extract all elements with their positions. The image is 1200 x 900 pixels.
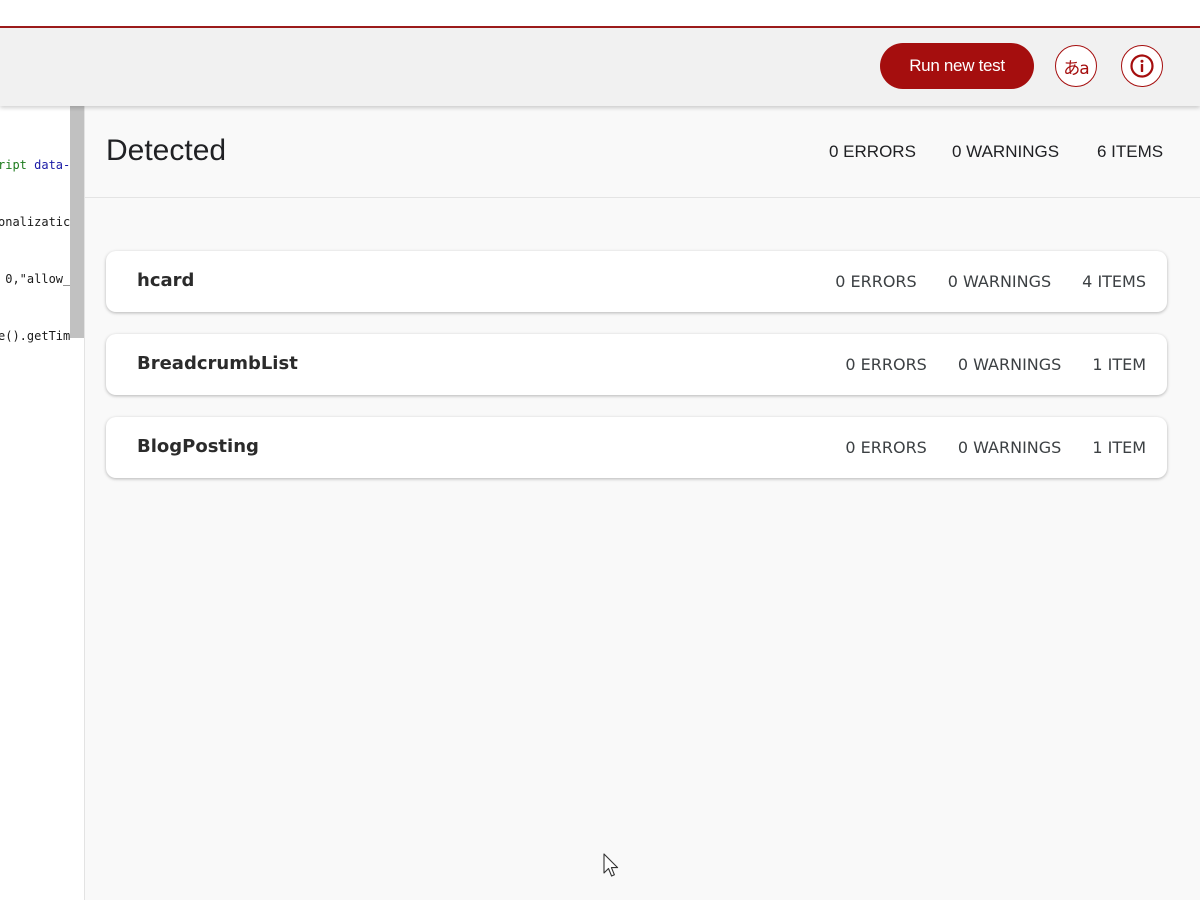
summary-items: 6 ITEMS — [1097, 142, 1164, 161]
result-card-warnings: 0 WARNINGS — [947, 272, 1052, 291]
info-icon — [1130, 54, 1154, 78]
code-line: e().getTim — [0, 329, 70, 343]
code-editor-pane[interactable]: ript data- onalizatic 0,"allow_ e().getT… — [0, 106, 84, 900]
result-card-name: hcard — [137, 270, 195, 291]
results-divider — [85, 197, 1200, 198]
result-card-items: 1 ITEM — [1092, 438, 1146, 457]
language-icon: あa — [1063, 58, 1089, 79]
code-line: onalizatic — [0, 215, 70, 229]
result-card-name: BreadcrumbList — [137, 353, 298, 374]
result-card-stats: 0 ERRORS 0 WARNINGS 4 ITEMS — [835, 272, 1146, 292]
pane-divider[interactable] — [84, 106, 85, 900]
result-card-items: 1 ITEM — [1092, 355, 1146, 374]
language-button[interactable]: あa — [1055, 45, 1097, 87]
results-title: Detected — [106, 134, 227, 167]
code-line: ript data- — [0, 158, 70, 172]
mouse-cursor-icon — [603, 853, 619, 877]
info-button[interactable] — [1121, 45, 1163, 87]
summary-warnings: 0 WARNINGS — [952, 142, 1060, 161]
result-card-blogposting[interactable]: BlogPosting 0 ERRORS 0 WARNINGS 1 ITEM — [106, 417, 1167, 478]
result-card-errors: 0 ERRORS — [845, 355, 927, 374]
code-lines: ript data- onalizatic 0,"allow_ e().getT… — [0, 118, 70, 384]
result-card-stats: 0 ERRORS 0 WARNINGS 1 ITEM — [845, 355, 1146, 375]
code-line: 0,"allow_ — [0, 272, 70, 286]
result-card-errors: 0 ERRORS — [845, 438, 927, 457]
result-card-items: 4 ITEMS — [1082, 272, 1146, 291]
result-card-breadcrumblist[interactable]: BreadcrumbList 0 ERRORS 0 WARNINGS 1 ITE… — [106, 334, 1167, 395]
result-card-warnings: 0 WARNINGS — [957, 355, 1062, 374]
code-scrollbar-thumb[interactable] — [70, 106, 84, 338]
summary-errors: 0 ERRORS — [829, 142, 916, 161]
app-header: Run new test あa — [0, 28, 1200, 106]
results-panel: Detected 0 ERRORS 0 WARNINGS 6 ITEMS hca… — [85, 106, 1200, 900]
run-new-test-button[interactable]: Run new test — [880, 43, 1034, 89]
result-card-name: BlogPosting — [137, 436, 259, 457]
result-card-hcard[interactable]: hcard 0 ERRORS 0 WARNINGS 4 ITEMS — [106, 251, 1167, 312]
result-card-warnings: 0 WARNINGS — [957, 438, 1062, 457]
window-top-strip — [0, 0, 1200, 26]
result-card-errors: 0 ERRORS — [835, 272, 917, 291]
result-card-stats: 0 ERRORS 0 WARNINGS 1 ITEM — [845, 438, 1146, 458]
